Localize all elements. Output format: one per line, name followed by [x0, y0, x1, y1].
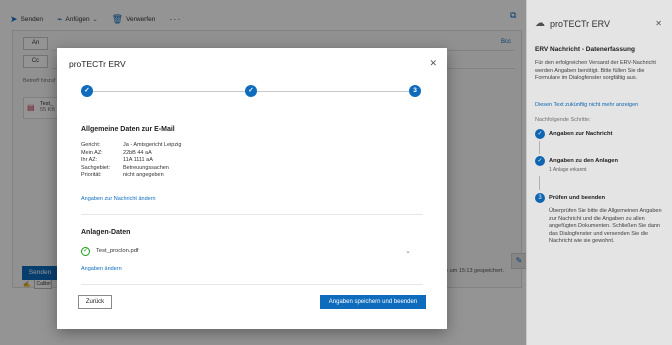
- stepper-step-3: 3: [409, 85, 421, 97]
- stepper-line: [93, 90, 245, 92]
- attachments-heading: Anlagen-Daten: [81, 229, 131, 236]
- field-key: Sachgebiet:: [81, 164, 111, 171]
- general-data-heading: Allgemeine Daten zur E-Mail: [81, 126, 175, 133]
- outlook-window: ➤ Senden ⌁ Anfügen ⌄ 🗑 Verwerfen ··· ⧉ A…: [0, 0, 672, 345]
- field-row: Sachgebiet: Betreuungssachen: [81, 165, 181, 173]
- attachment-file-name: Test_proclon.pdf: [96, 248, 139, 254]
- dialog-title: proTECTr ERV: [69, 59, 126, 69]
- stepper-step-2: ✓: [245, 85, 257, 97]
- back-button[interactable]: Zurück: [78, 295, 112, 309]
- dialog-close-icon[interactable]: ✕: [429, 58, 437, 69]
- erv-dialog: proTECTr ERV ✕ ✓ ✓ 3 Allgemeine Daten zu…: [57, 48, 447, 329]
- field-value: 11A 1111 aA: [123, 157, 153, 164]
- panel-overlay: [526, 0, 672, 345]
- field-row: Ihr AZ: 11A 1111 aA: [81, 157, 181, 165]
- edit-attachments-link[interactable]: Angaben ändern: [81, 266, 122, 272]
- field-key: Gericht:: [81, 142, 101, 148]
- field-row: Mein AZ: 22bB 44 aA: [81, 150, 181, 158]
- field-key: Mein AZ:: [81, 149, 103, 156]
- save-and-finish-button[interactable]: Angaben speichern und beenden: [320, 295, 426, 309]
- check-circle-icon: ✓: [81, 247, 90, 256]
- field-row: Priorität: nicht angegeben: [81, 172, 181, 180]
- general-data-list: Gericht: Ja - Amtsgericht Leipzig Mein AZ…: [81, 142, 181, 180]
- chevron-down-icon[interactable]: ⌄: [405, 247, 411, 255]
- section-divider: [81, 284, 423, 285]
- field-row: Gericht: Ja - Amtsgericht Leipzig: [81, 142, 181, 150]
- attachment-row[interactable]: ✓ Test_proclon.pdf ⌄: [81, 247, 411, 257]
- edit-message-link[interactable]: Angaben zur Nachricht ändern: [81, 196, 156, 202]
- field-key: Priorität:: [81, 172, 102, 179]
- stepper-step-1: ✓: [81, 85, 93, 97]
- stepper-line: [257, 90, 409, 92]
- field-value: nicht angegeben: [123, 172, 164, 179]
- field-value: Ja - Amtsgericht Leipzig: [123, 142, 182, 148]
- field-value: Betreuungssachen: [123, 164, 169, 171]
- field-value: 22bB 44 aA: [123, 149, 152, 156]
- progress-stepper: ✓ ✓ 3: [81, 85, 421, 97]
- section-divider: [81, 214, 423, 215]
- field-key: Ihr AZ:: [81, 157, 98, 164]
